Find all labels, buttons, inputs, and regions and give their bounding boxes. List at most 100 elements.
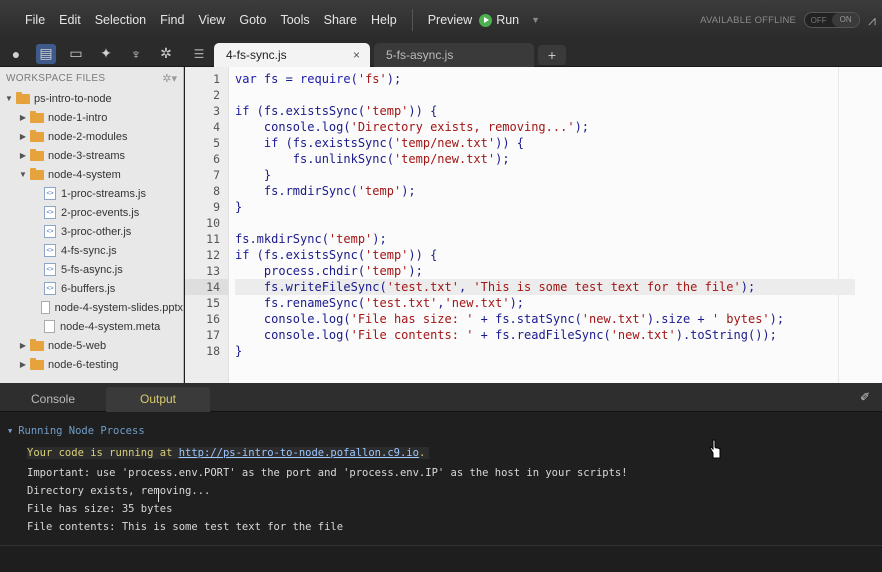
line-number: 3 — [213, 104, 220, 118]
trophy-icon[interactable]: ♆ — [126, 44, 146, 64]
code-line[interactable]: console.log('Directory exists, removing.… — [235, 119, 855, 135]
js-file-icon: <> — [44, 282, 56, 295]
line-number: 8 — [213, 184, 220, 198]
tree-label: 1-proc-streams.js — [61, 187, 146, 200]
file-item[interactable]: <> 2-proc-events.js — [0, 203, 183, 222]
menu-edit[interactable]: Edit — [52, 0, 88, 40]
collapse-arrow-icon[interactable]: ▶ — [18, 341, 28, 350]
runner-icon[interactable]: ✦ — [96, 44, 116, 64]
tree-label: node-2-modules — [48, 130, 128, 143]
code-line[interactable]: } — [235, 343, 855, 359]
code-line[interactable] — [235, 87, 855, 103]
menu-tools[interactable]: Tools — [273, 0, 316, 40]
folder-item[interactable]: ▶ node-2-modules — [0, 127, 183, 146]
connection-icon[interactable]: ⩘ — [868, 12, 876, 29]
collapse-arrow-icon[interactable]: ▶ — [18, 151, 28, 160]
file-item[interactable]: node-4-system.meta — [0, 317, 183, 336]
preview-button[interactable]: Preview — [421, 0, 479, 40]
code-line[interactable]: fs.renameSync('test.txt','new.txt'); — [235, 295, 855, 311]
run-label: Run — [496, 13, 520, 27]
code-line[interactable]: process.chdir('temp'); — [235, 263, 855, 279]
file-tree: ▼ ps-intro-to-node ▶ node-1-intro ▶ node-2-mo… — [0, 89, 183, 374]
tree-label: 2-proc-events.js — [61, 206, 140, 219]
files-icon[interactable]: ▤ — [36, 43, 56, 64]
menu-share[interactable]: Share — [317, 0, 364, 40]
collapse-arrow-icon[interactable]: ▶ — [18, 132, 28, 141]
folder-item[interactable]: ▶ node-5-web — [0, 336, 183, 355]
js-file-icon: <> — [44, 225, 56, 238]
file-item[interactable]: node-4-system-slides.pptx — [0, 298, 183, 317]
running-url-link[interactable]: http://ps-intro-to-node.pofallon.c9.io — [179, 447, 419, 459]
offline-toggle[interactable]: OFF ON — [804, 12, 861, 28]
chevron-down-icon[interactable]: ▼ — [531, 15, 540, 25]
code-editor[interactable]: 1 2 3 4 5 6 7 8 9 10 11 12 13 14 15 16 17 18 var fs = req… — [185, 67, 882, 383]
collapse-triangle-icon[interactable]: ▼ — [8, 427, 12, 435]
collapse-arrow-icon[interactable]: ▶ — [18, 360, 28, 369]
status-area: AVAILABLE OFFLINE OFF ON ⩘ — [700, 0, 882, 40]
code-line[interactable] — [235, 215, 855, 231]
file-item[interactable]: <> 6-buffers.js — [0, 279, 183, 298]
line-number: 12 — [206, 248, 220, 262]
hand-cursor-icon — [709, 439, 721, 459]
code-line[interactable]: } — [235, 199, 855, 215]
menu-selection[interactable]: Selection — [88, 0, 153, 40]
tab-console[interactable]: Console — [0, 387, 106, 412]
code-line[interactable]: if (fs.existsSync('temp/new.txt')) { — [235, 135, 855, 151]
toggle-on-label: ON — [832, 13, 860, 27]
folder-item[interactable]: ▶ node-6-testing — [0, 355, 183, 374]
code-line[interactable]: fs.mkdirSync('temp'); — [235, 231, 855, 247]
menu-help[interactable]: Help — [364, 0, 404, 40]
menu-find[interactable]: Find — [153, 0, 191, 40]
line-number: 7 — [213, 168, 220, 182]
code-line[interactable]: if (fs.existsSync('temp')) { — [235, 103, 855, 119]
tab-4-fs-sync[interactable]: 4-fs-sync.js × — [214, 43, 370, 67]
add-tab-button[interactable]: + — [538, 45, 566, 65]
tab-output[interactable]: Output — [106, 387, 210, 412]
gear-icon[interactable]: ✲ — [156, 44, 176, 64]
tree-label: node-4-system — [48, 168, 121, 181]
collapse-arrow-icon[interactable]: ▶ — [18, 113, 28, 122]
rocket-icon[interactable]: ● — [6, 44, 26, 64]
output-line: Directory exists, removing... — [27, 485, 211, 497]
monitor-icon[interactable]: ▭ — [66, 44, 86, 64]
code-line[interactable]: fs.unlinkSync('temp/new.txt'); — [235, 151, 855, 167]
file-item[interactable]: <> 5-fs-async.js — [0, 260, 183, 279]
code-line[interactable]: console.log('File has size: ' + fs.statS… — [235, 311, 855, 327]
code-line[interactable]: console.log('File contents: ' + fs.readF… — [235, 327, 855, 343]
process-header[interactable]: ▼ Running Node Process — [8, 425, 145, 437]
menu-view[interactable]: View — [191, 0, 232, 40]
code-area[interactable]: var fs = require('fs'); if (fs.existsSync… — [235, 67, 855, 359]
tree-label: node-4-system-slides.pptx — [54, 301, 183, 314]
running-prefix: Your code is running at — [27, 447, 179, 459]
settings-gear-icon[interactable]: ✲▾ — [162, 72, 177, 85]
close-icon[interactable]: × — [353, 48, 360, 62]
code-line[interactable]: } — [235, 167, 855, 183]
file-item[interactable]: <> 1-proc-streams.js — [0, 184, 183, 203]
folder-item[interactable]: ▶ node-3-streams — [0, 146, 183, 165]
run-button[interactable]: Run ▼ — [479, 13, 540, 27]
expand-arrow-icon[interactable]: ▼ — [18, 170, 28, 179]
tree-label: 3-proc-other.js — [61, 225, 132, 238]
workspace-icons: ● ▤ ▭ ✦ ♆ ✲ — [0, 40, 184, 67]
line-number: 15 — [206, 296, 220, 310]
clear-brush-icon[interactable]: ✐ — [860, 390, 874, 404]
tab-5-fs-async[interactable]: 5-fs-async.js — [374, 43, 534, 67]
folder-item[interactable]: ▶ node-1-intro — [0, 108, 183, 127]
code-line[interactable]: var fs = require('fs'); — [235, 71, 855, 87]
folder-icon — [30, 338, 44, 351]
folder-item[interactable]: ▼ node-4-system — [0, 165, 183, 184]
tab-menu-icon[interactable]: ☰ — [184, 40, 214, 67]
code-line[interactable]: fs.rmdirSync('temp'); — [235, 183, 855, 199]
file-icon — [41, 301, 50, 314]
window-edge — [0, 0, 18, 40]
code-line[interactable]: fs.writeFileSync('test.txt', 'This is so… — [235, 279, 855, 295]
expand-arrow-icon[interactable]: ▼ — [4, 94, 14, 103]
code-line[interactable]: if (fs.existsSync('temp')) { — [235, 247, 855, 263]
file-item[interactable]: <> 3-proc-other.js — [0, 222, 183, 241]
output-line: File has size: 35 bytes — [27, 503, 173, 515]
folder-item[interactable]: ▼ ps-intro-to-node — [0, 89, 183, 108]
process-title: Running Node Process — [18, 425, 145, 437]
menu-goto[interactable]: Goto — [232, 0, 273, 40]
menu-file[interactable]: File — [18, 0, 52, 40]
file-item[interactable]: <> 4-fs-sync.js — [0, 241, 183, 260]
